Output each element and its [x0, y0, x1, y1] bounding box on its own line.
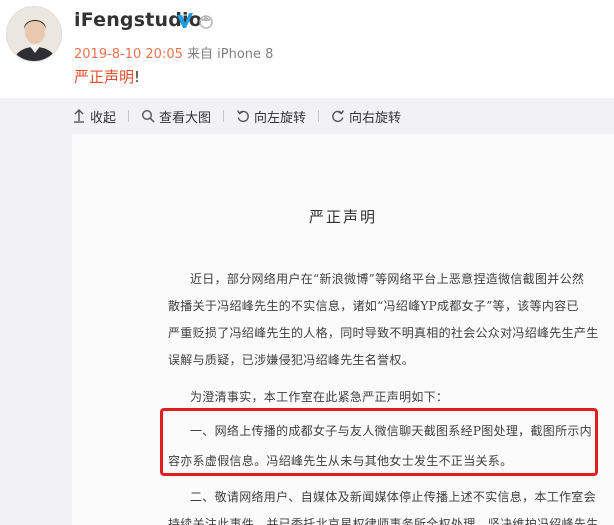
post-time[interactable]: 2019-8-10 20:05: [74, 47, 183, 62]
image-toolbar: 收起 查看大图 向左旋转 向右旋转: [0, 98, 614, 134]
document-line: 为澄清事实，本工作室在此紧急严正声明如下：: [190, 390, 449, 404]
document-line: 严重贬损了冯绍峰先生的人格，同时导致不明真相的社会公众对冯绍峰先生产生: [168, 326, 599, 340]
rotate-right-label: 向右旋转: [349, 110, 402, 126]
toolbar-divider: [223, 110, 225, 122]
document-line: 散播关于冯绍峰先生的不实信息，诸如“冯绍峰YP成都女子”等，该等内容已: [168, 299, 579, 313]
post-meta: 2019-8-10 20:05 来自 iPhone 8: [74, 43, 273, 62]
search-icon: [142, 109, 155, 123]
avatar[interactable]: [6, 6, 62, 62]
document-line: 二、敬请网络用户、自媒体及新闻媒体停止传播上述不实信息，本工作室会: [190, 490, 596, 504]
rotate-left-icon: [236, 110, 249, 123]
document-title: 严正声明: [308, 208, 377, 226]
highlight-box: [160, 408, 598, 476]
avatar-portrait-icon: [7, 7, 61, 61]
rotate-right-icon: [332, 110, 345, 123]
rotate-left-label: 向左旋转: [254, 110, 307, 126]
rotate-left-button[interactable]: 向左旋转: [236, 104, 306, 128]
post-topic-link[interactable]: 严正声明: [74, 68, 134, 86]
collapse-button[interactable]: 收起: [72, 104, 116, 128]
statement-document-image[interactable]: 严正声明 近日，部分网络用户在“新浪微博”等网络平台上恶意捏造微信截图并公然 散…: [72, 134, 614, 525]
post-header: iFengstudio 2019-8-10 20:05 来自 iPhone 8 …: [0, 0, 614, 98]
collapse-label: 收起: [90, 110, 117, 126]
verified-v-icon[interactable]: [175, 11, 195, 31]
rotate-right-button[interactable]: 向右旋转: [331, 104, 401, 128]
post-text-suffix: !: [134, 68, 141, 86]
toolbar-divider: [318, 110, 320, 122]
document-line: 误解与质疑，已涉嫌侵犯冯绍峰先生名誉权。: [168, 353, 415, 367]
document-line: 持续关注此事件，并已委托北京星权律师事务所全权处理，坚决维护冯绍峰先生: [168, 517, 599, 525]
post-text: 严正声明!: [74, 66, 140, 87]
view-large-label: 查看大图: [159, 110, 212, 126]
document-line: 近日，部分网络用户在“新浪微博”等网络平台上恶意捏造微信截图并公然: [190, 272, 585, 286]
post-source: 来自 iPhone 8: [182, 47, 274, 62]
toolbar-divider: [128, 110, 130, 122]
vip-badge-icon[interactable]: [198, 13, 214, 29]
view-large-button[interactable]: 查看大图: [141, 104, 211, 128]
arrow-up-icon: [74, 109, 84, 123]
